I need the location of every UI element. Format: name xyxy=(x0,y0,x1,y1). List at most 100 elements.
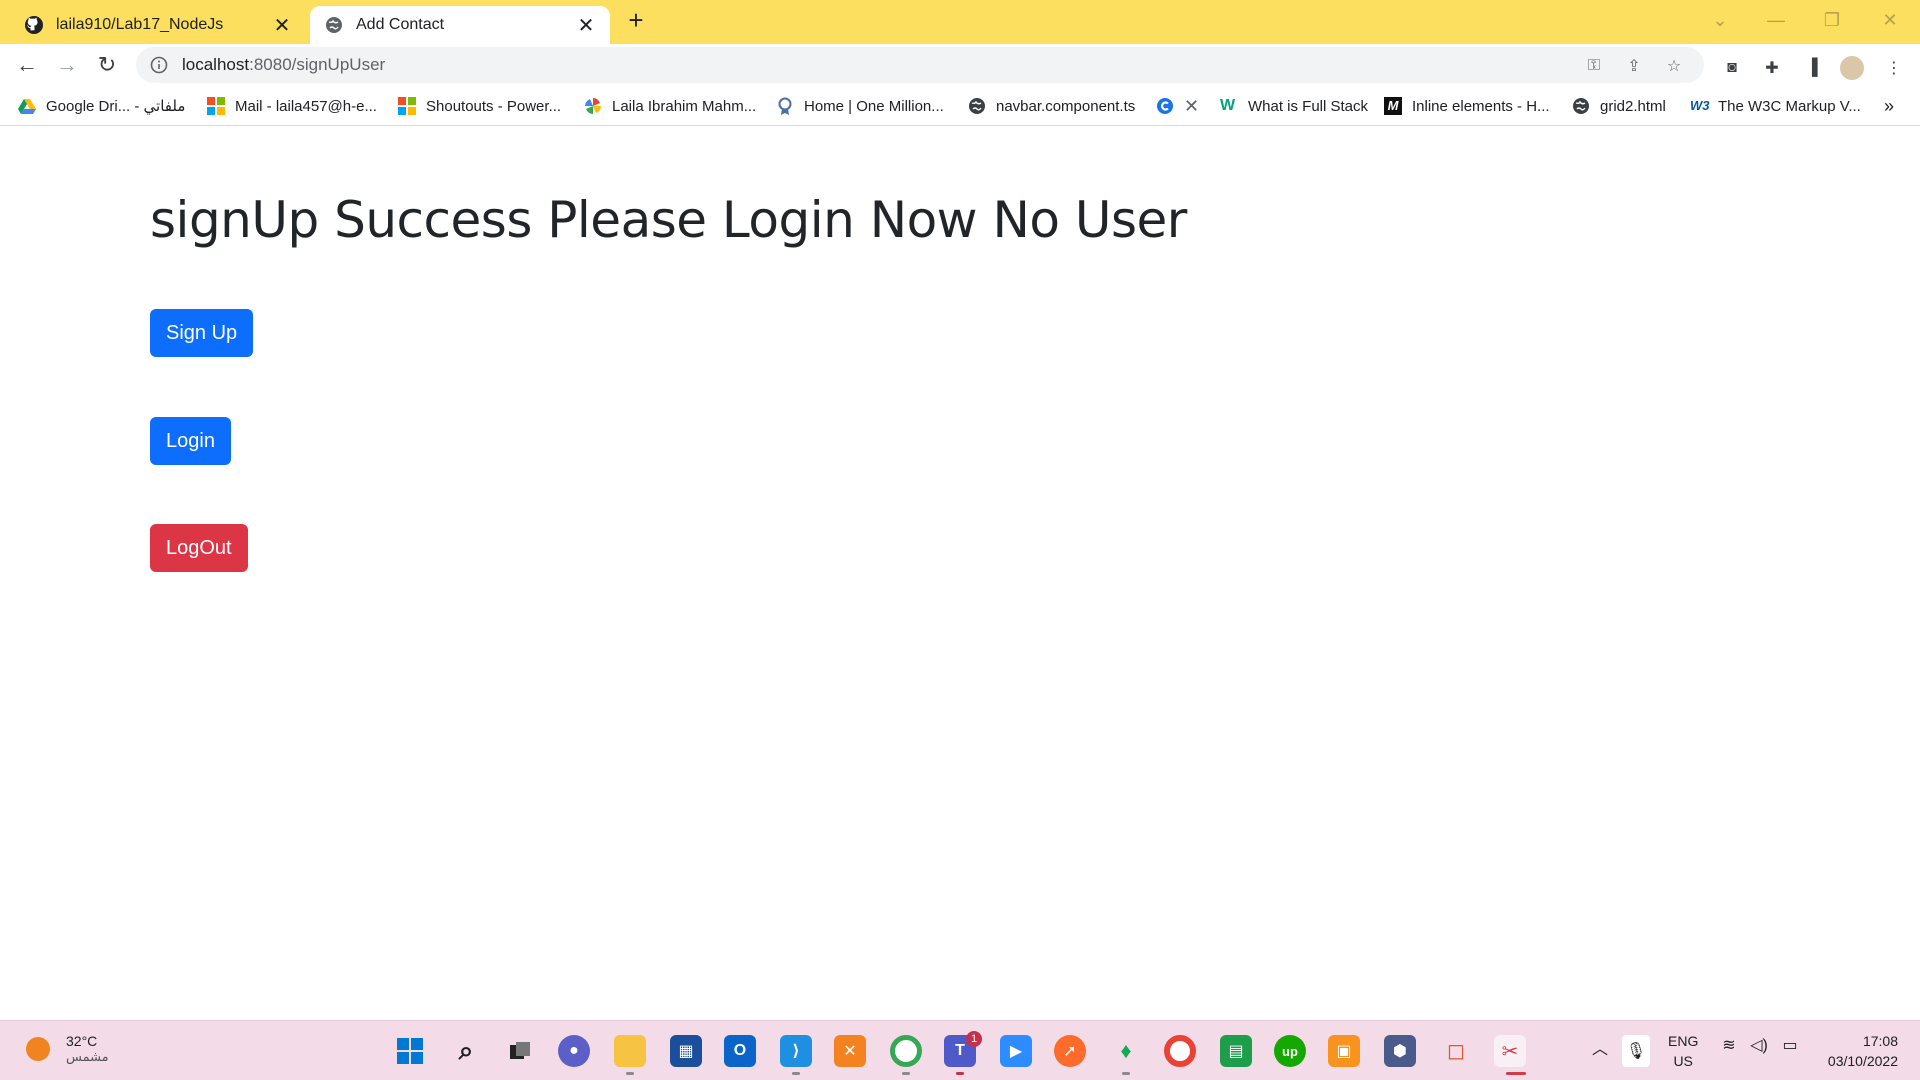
restore-icon[interactable]: ❐ xyxy=(1812,4,1852,36)
bookmark-one-million[interactable]: Home | One Million... xyxy=(776,94,944,118)
site-info-icon[interactable] xyxy=(148,54,170,76)
snipping-tool-icon[interactable]: ✂ xyxy=(1494,1035,1526,1067)
globe-icon xyxy=(324,15,344,35)
sun-icon xyxy=(26,1037,50,1061)
file-explorer-icon[interactable] xyxy=(614,1035,646,1067)
x-icon: ✕ xyxy=(1184,95,1200,116)
mongodb-icon[interactable]: ♦ xyxy=(1110,1035,1142,1067)
bookmark-full-stack[interactable]: W What is Full Stack xyxy=(1220,94,1368,118)
new-tab-icon[interactable]: + xyxy=(622,5,650,35)
profile-avatar[interactable] xyxy=(1840,56,1864,80)
postman-icon[interactable]: ➚ xyxy=(1054,1035,1086,1067)
bookmark-w3c[interactable]: W3 The W3C Markup V... xyxy=(1690,94,1861,118)
task-view-icon[interactable] xyxy=(504,1035,536,1067)
extensions-icon[interactable]: ✚ xyxy=(1760,56,1784,80)
start-icon[interactable] xyxy=(394,1035,426,1067)
reload-icon[interactable]: ↻ xyxy=(92,50,122,80)
language-indicator[interactable]: ENG US xyxy=(1668,1031,1698,1071)
tab-search-icon[interactable]: ⌄ xyxy=(1700,4,1740,36)
close-tab-icon[interactable]: ✕ xyxy=(576,15,596,37)
close-tab-icon[interactable]: ✕ xyxy=(272,15,292,37)
clock[interactable]: 17:08 03/10/2022 xyxy=(1828,1031,1898,1071)
tab-strip: laila910/Lab17_NodeJs ✕ Add Contact ✕ + … xyxy=(0,0,1920,44)
signup-button[interactable]: Sign Up xyxy=(150,309,254,357)
taskbar: 32°C مشمس ⌕ ● ▦ O ⟩ ✕ T 1 ▶ ➚ ♦ ▤ up ▣ ⬢… xyxy=(0,1020,1920,1080)
globe-icon xyxy=(1572,97,1590,115)
outlook-icon[interactable]: O xyxy=(724,1035,756,1067)
microsoft-icon xyxy=(207,97,225,115)
running-indicator xyxy=(956,1072,964,1075)
teams-badge: 1 xyxy=(966,1031,982,1047)
mic-muted-icon[interactable]: 🎙 xyxy=(1622,1035,1650,1067)
close-window-icon[interactable]: ✕ xyxy=(1870,4,1910,36)
tab-add-contact[interactable]: Add Contact ✕ xyxy=(310,6,610,44)
key-icon[interactable]: ⚿ xyxy=(1582,54,1606,78)
share-icon[interactable]: ⇪ xyxy=(1622,54,1646,78)
bookmarks-bar: Google Dri... - ملفاتي Mail - laila457@h… xyxy=(0,86,1920,126)
chrome-icon[interactable] xyxy=(1164,1035,1196,1067)
sheets-icon[interactable]: ▤ xyxy=(1220,1035,1252,1067)
browser-toolbar: ← → ↻ localhost:8080/signUpUser ⚿ ⇪ ☆ ◙ … xyxy=(0,44,1920,86)
chat-icon[interactable]: ● xyxy=(558,1035,590,1067)
tab-title: laila910/Lab17_NodeJs xyxy=(56,16,224,33)
virtualbox-icon[interactable]: ▣ xyxy=(1328,1035,1360,1067)
wifi-icon[interactable]: ≋ xyxy=(1718,1035,1740,1055)
c-icon xyxy=(1156,97,1174,115)
url-text: localhost:8080/signUpUser xyxy=(182,55,386,74)
running-indicator xyxy=(1506,1072,1526,1075)
tab-github[interactable]: laila910/Lab17_NodeJs ✕ xyxy=(24,6,306,44)
more-bookmarks-icon[interactable]: » xyxy=(1884,94,1894,118)
github-icon xyxy=(24,15,44,35)
camera-icon[interactable]: ◙ xyxy=(1720,56,1744,80)
vscode-icon[interactable]: ⟩ xyxy=(780,1035,812,1067)
bookmark-mail[interactable]: Mail - laila457@h-e... xyxy=(207,94,377,118)
bookmark-shoutouts[interactable]: Shoutouts - Power... xyxy=(398,94,561,118)
zoom-icon[interactable]: ▶ xyxy=(1000,1035,1032,1067)
menu-icon[interactable]: ⋮ xyxy=(1882,56,1906,80)
bookmark-navbar[interactable]: navbar.component.ts xyxy=(968,94,1135,118)
office-icon[interactable]: ◻ xyxy=(1440,1035,1472,1067)
side-panel-icon[interactable]: ▐ xyxy=(1800,56,1824,80)
battery-icon[interactable]: ▭ xyxy=(1778,1035,1802,1055)
microsoft-icon xyxy=(398,97,416,115)
globe-icon xyxy=(968,97,986,115)
chevron-up-icon[interactable]: ︿ xyxy=(1588,1035,1612,1059)
running-indicator xyxy=(792,1072,800,1075)
search-icon[interactable]: ⌕ xyxy=(450,1035,482,1067)
running-indicator xyxy=(902,1072,910,1075)
forward-icon[interactable]: → xyxy=(52,50,82,80)
badge-icon xyxy=(776,97,794,115)
bookmark-inline-elements[interactable]: M Inline elements - H... xyxy=(1384,94,1550,118)
google-drive-icon xyxy=(18,97,36,115)
time: 17:08 xyxy=(1862,1033,1898,1049)
pinwheel-icon xyxy=(584,97,602,115)
logout-button[interactable]: LogOut xyxy=(150,524,248,572)
volume-icon[interactable]: ◁) xyxy=(1748,1035,1770,1055)
page-title: signUp Success Please Login Now No User xyxy=(150,191,1187,249)
login-button[interactable]: Login xyxy=(150,417,231,465)
tab-title: Add Contact xyxy=(356,16,445,33)
bookmark-grid2[interactable]: grid2.html xyxy=(1572,94,1666,118)
bookmark-google-drive[interactable]: Google Dri... - ملفاتي xyxy=(18,94,185,118)
weather-widget[interactable]: 32°C مشمس xyxy=(26,1033,109,1065)
weather-description: مشمس xyxy=(66,1049,109,1064)
upwork-icon[interactable]: up xyxy=(1274,1035,1306,1067)
bookmark-c[interactable]: ✕ xyxy=(1156,94,1199,118)
m-icon: M xyxy=(1384,97,1402,115)
running-indicator xyxy=(1122,1072,1130,1075)
minimize-icon[interactable]: — xyxy=(1756,4,1796,36)
temperature: 32°C xyxy=(66,1033,98,1049)
chrome-profile-icon[interactable] xyxy=(890,1035,922,1067)
store-icon[interactable]: ▦ xyxy=(670,1035,702,1067)
bookmark-laila[interactable]: Laila Ibrahim Mahm... xyxy=(584,94,756,118)
bookmark-star-icon[interactable]: ☆ xyxy=(1662,54,1686,78)
w-icon: W xyxy=(1220,97,1236,114)
running-indicator xyxy=(626,1072,634,1075)
address-bar[interactable]: localhost:8080/signUpUser ⚿ ⇪ ☆ xyxy=(136,47,1704,83)
back-icon[interactable]: ← xyxy=(12,50,42,80)
cube-app-icon[interactable]: ⬢ xyxy=(1384,1035,1416,1067)
page-content: signUp Success Please Login Now No User … xyxy=(0,127,1920,1020)
xampp-icon[interactable]: ✕ xyxy=(834,1035,866,1067)
w3c-icon: W3 xyxy=(1690,98,1710,113)
date: 03/10/2022 xyxy=(1827,1053,1898,1069)
